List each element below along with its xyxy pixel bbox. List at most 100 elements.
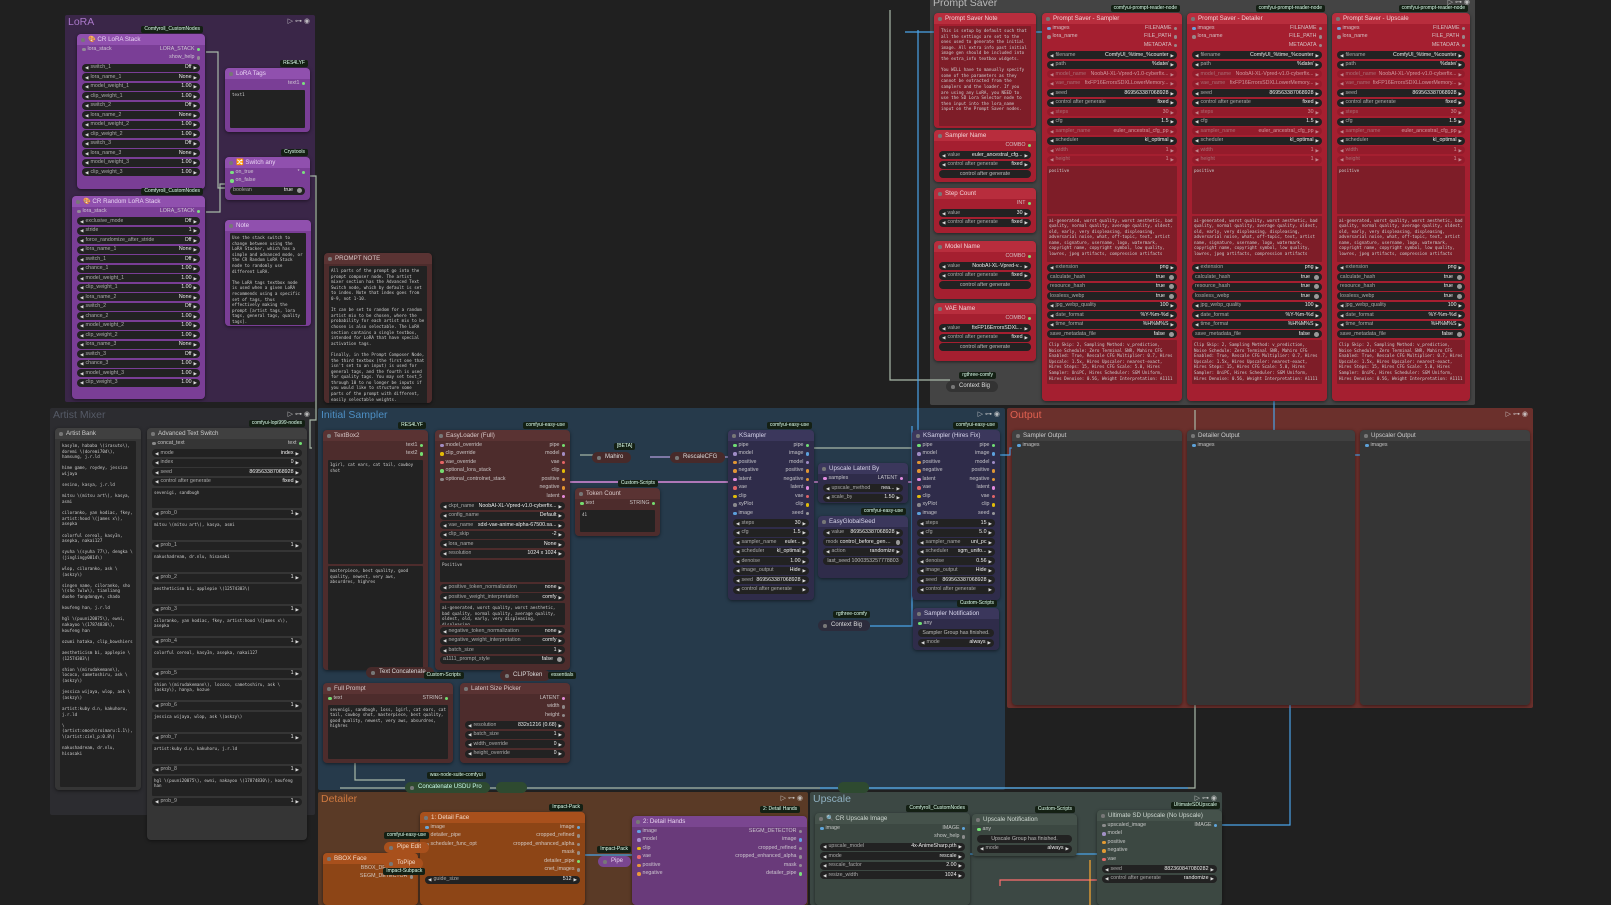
collapse-dot-icon[interactable]	[597, 456, 601, 460]
input-slot-icon[interactable]	[733, 469, 737, 473]
increment-arrow-icon[interactable]: ▶	[1171, 52, 1174, 59]
output-port[interactable]: FILENAME	[1145, 24, 1177, 33]
widget-combo[interactable]: ◀ height 1 ▶	[1047, 155, 1177, 164]
increment-arrow-icon[interactable]: ▶	[803, 577, 806, 584]
widget-combo[interactable]: ◀ scheduler kl_optimal ▶	[1047, 136, 1177, 145]
increment-arrow-icon[interactable]: ▶	[803, 539, 806, 546]
widget-toggle[interactable]: calculate_hash true	[1192, 273, 1322, 281]
widget-combo[interactable]: ◀ sampler_name euler_ancestral_cfg_pp ▶	[1337, 127, 1465, 135]
widget-combo[interactable]: ◀ control after generate fixed ▶	[939, 218, 1031, 227]
input-port[interactable]: xyPlot	[917, 501, 937, 510]
text-area[interactable]: positive	[1192, 165, 1322, 214]
group-controls-icon[interactable]: ▷ ⊶ ◉	[978, 410, 1000, 418]
decrement-arrow-icon[interactable]: ◀	[823, 853, 826, 860]
input-port[interactable]: model_override	[440, 441, 482, 450]
collapse-dot-icon[interactable]	[579, 492, 583, 496]
input-slot-icon[interactable]	[440, 452, 444, 456]
increment-arrow-icon[interactable]: ▶	[194, 351, 197, 358]
decrement-arrow-icon[interactable]: ◀	[1050, 302, 1053, 309]
decrement-arrow-icon[interactable]: ◀	[942, 161, 945, 168]
output-port[interactable]: *	[297, 168, 305, 177]
increment-arrow-icon[interactable]: ▶	[194, 370, 197, 377]
widget-combo[interactable]: ◀ time_format %H%M%S ▶	[1337, 320, 1465, 329]
output-slot-icon[interactable]	[805, 452, 809, 456]
output-port[interactable]: FILENAME	[1433, 24, 1465, 33]
node-prompt-note[interactable]: PROMPT NOTE All parts of the prompt go in…	[324, 253, 432, 403]
decrement-arrow-icon[interactable]: ◀	[80, 284, 83, 291]
output-port[interactable]: negative	[539, 484, 565, 493]
decrement-arrow-icon[interactable]: ◀	[1340, 80, 1343, 87]
output-port[interactable]: LATENT	[878, 474, 903, 483]
increment-arrow-icon[interactable]: ▶	[1025, 325, 1028, 332]
widget-toggle[interactable]: lossless_webp true	[1192, 292, 1322, 300]
increment-arrow-icon[interactable]: ▶	[1316, 109, 1319, 116]
widget-combo[interactable]: ◀ sampler_name euler... ▶	[733, 538, 809, 546]
widget-combo[interactable]: ◀ resize_width 1024 ▶	[820, 871, 965, 879]
widget-combo[interactable]: ◀ width 1 ▶	[1192, 146, 1322, 154]
increment-arrow-icon[interactable]: ▶	[194, 140, 197, 147]
increment-arrow-icon[interactable]: ▶	[194, 64, 197, 71]
increment-arrow-icon[interactable]: ▶	[1316, 321, 1319, 328]
input-slot-icon[interactable]	[1365, 443, 1369, 447]
widget-combo[interactable]: ◀ model_weight_2 1.00 ▶	[77, 321, 200, 330]
decrement-arrow-icon[interactable]: ◀	[942, 219, 945, 226]
collapse-dot-icon[interactable]	[938, 134, 942, 138]
decrement-arrow-icon[interactable]: ◀	[1050, 90, 1053, 97]
output-port[interactable]: LORA_STACK	[160, 207, 200, 216]
decrement-arrow-icon[interactable]: ◀	[736, 567, 739, 574]
text-area[interactable]: ai-generated, worst quality, worst aesth…	[1047, 215, 1177, 262]
widget-combo[interactable]: ◀ scale_by 1.50 ▶	[823, 493, 903, 502]
widget-combo[interactable]: ◀ action randomize ▶	[823, 547, 903, 556]
collapse-dot-icon[interactable]	[229, 161, 233, 165]
node-header[interactable]: Full Prompt	[323, 683, 453, 694]
input-port[interactable]: text	[580, 499, 594, 508]
increment-arrow-icon[interactable]: ▶	[296, 606, 299, 613]
decrement-arrow-icon[interactable]: ◀	[80, 370, 83, 377]
increment-arrow-icon[interactable]: ▶	[296, 450, 299, 457]
output-port[interactable]: detailer_pipe	[766, 870, 802, 879]
decrement-arrow-icon[interactable]: ◀	[920, 520, 923, 527]
node-lora-tags[interactable]: RES4LYF LoRA Tags text1 text1	[225, 60, 310, 132]
increment-arrow-icon[interactable]: ▶	[989, 529, 992, 536]
decrement-arrow-icon[interactable]: ◀	[80, 275, 83, 282]
input-slot-icon[interactable]	[917, 494, 921, 498]
decrement-arrow-icon[interactable]: ◀	[1195, 264, 1198, 271]
text-area[interactable]: All parts of the prompt go into the prom…	[329, 266, 427, 403]
decrement-arrow-icon[interactable]: ◀	[1195, 52, 1198, 59]
collapse-dot-icon[interactable]	[732, 434, 736, 438]
output-port[interactable]: IMAGE	[942, 824, 965, 833]
widget-combo[interactable]: ◀ denoise 1.00 ▶	[733, 557, 809, 565]
widget-combo[interactable]: ◀ seed 882360847080282 ▶	[1102, 865, 1217, 873]
input-slot-icon[interactable]	[440, 443, 444, 447]
input-port[interactable]: latent	[917, 475, 935, 484]
collapse-dot-icon[interactable]	[916, 434, 920, 438]
node-header[interactable]: Artist Bank	[55, 428, 141, 439]
output-slot-icon[interactable]	[798, 838, 802, 842]
output-slot-icon[interactable]	[1173, 43, 1177, 47]
widget-combo[interactable]: ◀ model_weight_1 1.00 ▶	[77, 274, 200, 282]
output-slot-icon[interactable]	[561, 452, 565, 456]
input-port[interactable]: text	[328, 694, 342, 703]
input-slot-icon[interactable]	[733, 511, 737, 515]
increment-arrow-icon[interactable]: ▶	[989, 520, 992, 527]
widget-combo[interactable]: ◀ index 0 ▶	[152, 458, 302, 467]
widget-combo[interactable]: ◀ clip_weight_1 1.00 ▶	[77, 283, 200, 292]
widget-combo[interactable]: ◀ chance_3 1.00 ▶	[77, 359, 200, 368]
input-port[interactable]: pipe	[917, 441, 933, 450]
input-port[interactable]: positive	[917, 458, 940, 467]
widget-combo[interactable]: ◀ extension png ▶	[1047, 263, 1177, 272]
input-slot-icon[interactable]	[1047, 26, 1051, 30]
decrement-arrow-icon[interactable]: ◀	[1050, 118, 1053, 125]
widget-toggle[interactable]: resource_hash true	[1192, 282, 1322, 291]
widget-combo[interactable]: ◀ scheduler sgm_unifo... ▶	[917, 547, 995, 556]
input-slot-icon[interactable]	[917, 511, 921, 515]
input-port[interactable]: model	[733, 450, 753, 459]
widget-combo[interactable]: ◀ width 1 ▶	[1337, 146, 1465, 154]
input-slot-icon[interactable]	[917, 452, 921, 456]
increment-arrow-icon[interactable]: ▶	[1171, 99, 1174, 106]
decrement-arrow-icon[interactable]: ◀	[1195, 128, 1198, 135]
output-port[interactable]: model	[545, 450, 565, 459]
widget-combo[interactable]: ◀ denoise 0.56 ▶	[917, 557, 995, 565]
output-slot-icon[interactable]	[1173, 26, 1177, 30]
widget-combo[interactable]: ◀ jpg_webp_quality 100 ▶	[1192, 301, 1322, 310]
